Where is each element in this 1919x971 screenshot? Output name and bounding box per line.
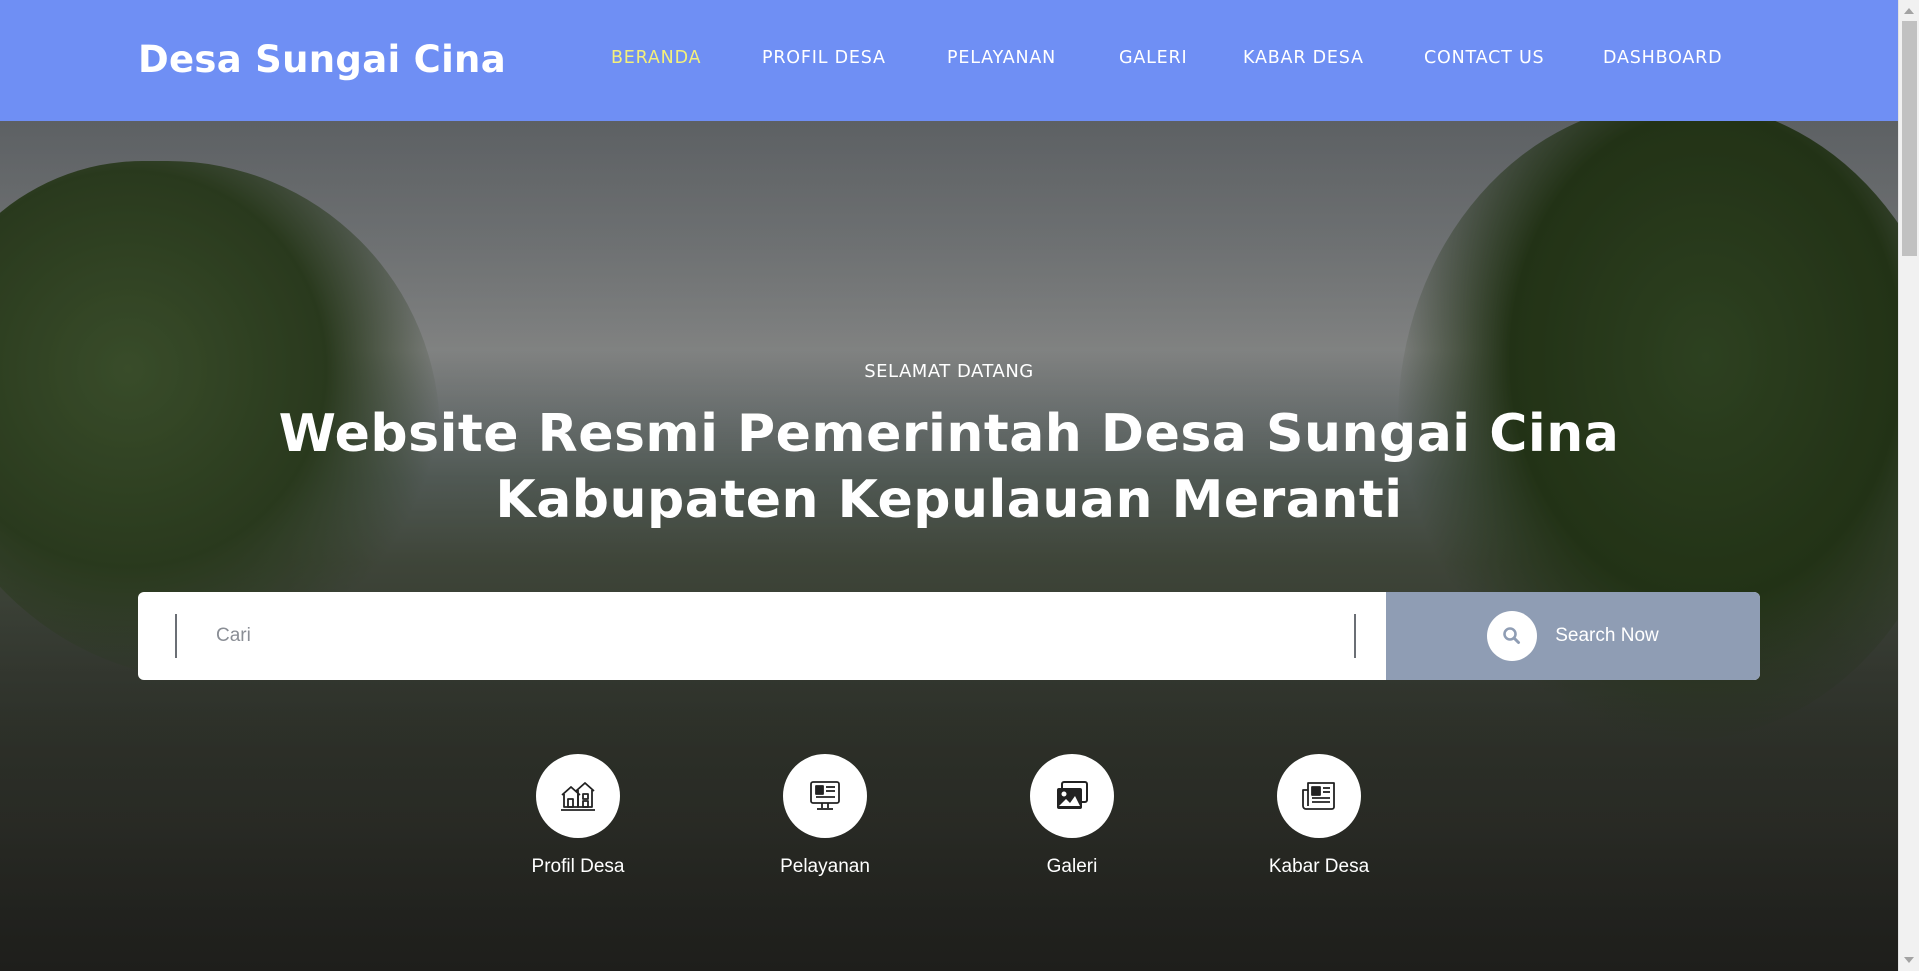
quick-link-galeri[interactable]: Galeri (1002, 754, 1142, 878)
newspaper-icon (1277, 754, 1361, 838)
quick-link-pelayanan[interactable]: Pelayanan (755, 754, 895, 878)
page-scrollbar[interactable] (1898, 0, 1919, 971)
hero-headline-line-2: Kabupaten Kepulauan Meranti (495, 470, 1403, 530)
gallery-images-icon (1030, 754, 1114, 838)
search-now-label: Search Now (1555, 625, 1659, 646)
search-input[interactable] (214, 614, 1334, 658)
quick-link-label: Pelayanan (780, 856, 870, 877)
search-divider-left (175, 614, 177, 658)
search-bar: Search Now (138, 592, 1760, 680)
nav-item-pelayanan[interactable]: PELAYANAN (947, 48, 1056, 68)
scrollbar-thumb[interactable] (1902, 21, 1917, 256)
page: Desa Sungai Cina BERANDA PROFIL DESA PEL… (0, 0, 1898, 971)
quick-link-profil-desa[interactable]: Profil Desa (508, 754, 648, 878)
search-now-button[interactable]: Search Now (1386, 592, 1760, 680)
scroll-up-arrow-icon[interactable] (1904, 8, 1914, 14)
nav-item-kabar-desa[interactable]: KABAR DESA (1243, 48, 1364, 68)
nav-item-galeri[interactable]: GALERI (1119, 48, 1187, 68)
main-nav: BERANDA PROFIL DESA PELAYANAN GALERI KAB… (0, 48, 1898, 72)
hero-headline-line-1: Website Resmi Pemerintah Desa Sungai Cin… (278, 404, 1620, 464)
search-icon (1487, 611, 1538, 661)
search-divider-right (1354, 614, 1356, 658)
quick-link-kabar-desa[interactable]: Kabar Desa (1249, 754, 1389, 878)
quick-link-label: Galeri (1046, 856, 1098, 877)
nav-item-beranda[interactable]: BERANDA (611, 48, 701, 68)
village-houses-icon (536, 754, 620, 838)
hero-welcome-text: SELAMAT DATANG (864, 361, 1034, 382)
nav-item-profil-desa[interactable]: PROFIL DESA (762, 48, 886, 68)
scroll-down-arrow-icon[interactable] (1904, 957, 1914, 963)
hero-overlay (0, 121, 1898, 971)
hero-section: SELAMAT DATANG Website Resmi Pemerintah … (0, 121, 1898, 971)
quick-link-label: Kabar Desa (1268, 856, 1370, 877)
hero-headline: Website Resmi Pemerintah Desa Sungai Cin… (0, 401, 1898, 533)
service-monitor-icon (783, 754, 867, 838)
nav-item-contact-us[interactable]: CONTACT US (1424, 48, 1544, 68)
quick-link-label: Profil Desa (531, 856, 625, 877)
nav-item-dashboard[interactable]: DASHBOARD (1603, 48, 1722, 68)
site-header: Desa Sungai Cina BERANDA PROFIL DESA PEL… (0, 0, 1898, 121)
